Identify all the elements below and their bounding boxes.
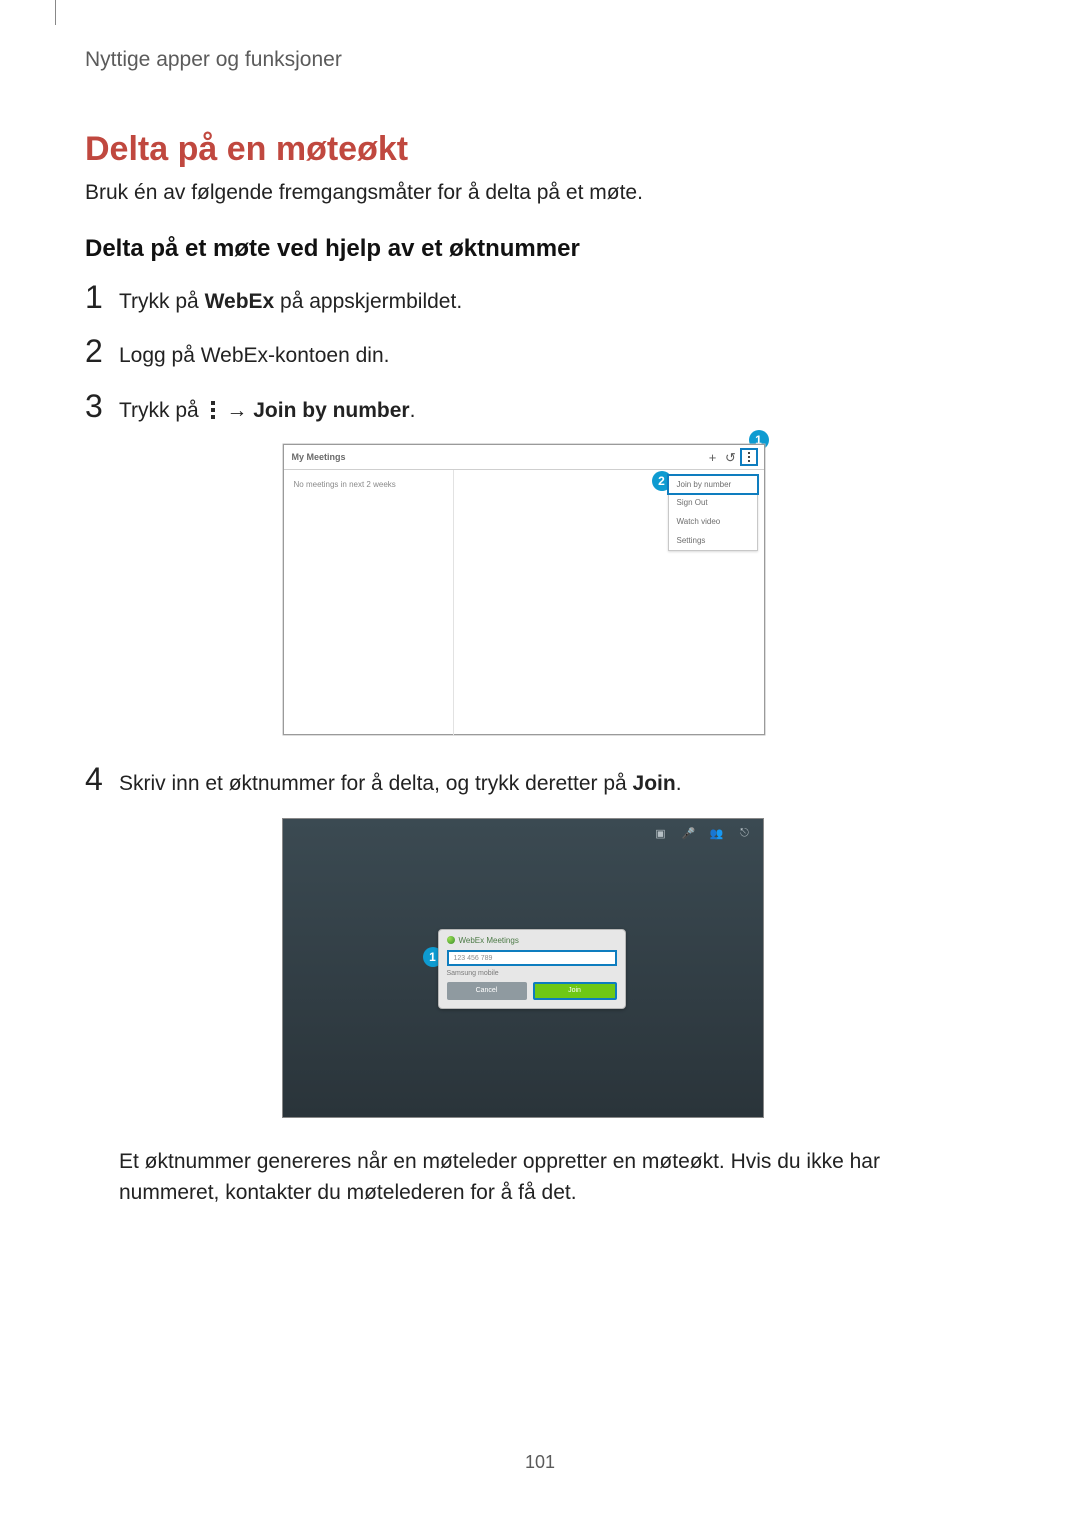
section-title: Delta på en møteøkt [85,130,960,169]
step-3: 3 Trykk på → Join by number. [85,390,960,426]
refresh-button[interactable]: ↻ [722,451,740,464]
step-text: Trykk på → Join by number. [119,396,415,426]
step-list-continued: 4 Skriv inn et øktnummer for å delta, og… [85,763,960,799]
join-button[interactable]: Join [533,982,617,1000]
overflow-menu: Join by number Sign Out Watch video Sett… [668,475,758,551]
webex-logo-icon [447,936,455,944]
dialog-subtext: Samsung mobile [447,970,617,977]
step-4: 4 Skriv inn et øktnummer for å delta, og… [85,763,960,799]
step-number: 2 [85,335,119,367]
page: Nyttige apper og funksjoner Delta på en … [0,0,1080,1527]
refresh-icon: ↻ [725,451,736,464]
meeting-top-icons: ▣ 🎤 👥 ⎋ [653,827,753,839]
step-text: Trykk på WebEx på appskjermbildet. [119,287,462,317]
more-icon [740,448,758,466]
exit-icon[interactable]: ⎋ [737,827,753,839]
more-button[interactable] [740,448,758,466]
join-dialog: WebEx Meetings 123 456 789 Samsung mobil… [438,929,626,1009]
margin-rule [55,0,56,25]
menu-item-settings[interactable]: Settings [669,531,757,550]
intro-paragraph: Bruk én av følgende fremgangsmåter for å… [85,181,960,205]
mic-icon[interactable]: 🎤 [681,827,697,839]
video-icon[interactable]: ▣ [653,827,669,839]
dialog-buttons: Cancel Join [447,982,617,1000]
add-button[interactable]: + [704,451,722,464]
step-text: Skriv inn et øktnummer for å delta, og t… [119,769,682,799]
page-number: 101 [0,1452,1080,1473]
closing-paragraph: Et øktnummer genereres når en møteleder … [119,1146,960,1209]
window-title: My Meetings [292,452,704,462]
empty-text: No meetings in next 2 weeks [294,480,396,489]
running-header: Nyttige apper og funksjoner [85,48,1080,72]
step-number: 3 [85,390,119,422]
figure-2: ▣ 🎤 👥 ⎋ 1 2 WebEx Meetings 123 456 789 S… [282,818,764,1118]
menu-item-join-by-number[interactable]: Join by number [667,474,759,495]
session-number-input[interactable]: 123 456 789 [447,950,617,966]
step-number: 4 [85,763,119,795]
figure-1: 1 My Meetings + ↻ No meetings in next 2 … [283,444,763,735]
step-text: Logg på WebEx-kontoen din. [119,341,389,371]
webex-meetings-window: My Meetings + ↻ No meetings in next 2 we… [283,444,765,735]
content-area: Delta på en møteøkt Bruk én av følgende … [85,130,960,1209]
step-1: 1 Trykk på WebEx på appskjermbildet. [85,281,960,317]
subheading: Delta på et møte ved hjelp av et øktnumm… [85,235,960,263]
app-topbar: My Meetings + ↻ [284,445,764,470]
participants-icon[interactable]: 👥 [709,827,725,839]
more-icon [207,401,219,419]
cancel-button[interactable]: Cancel [447,982,527,1000]
step-number: 1 [85,281,119,313]
menu-item-watch-video[interactable]: Watch video [669,512,757,531]
step-list: 1 Trykk på WebEx på appskjermbildet. 2 L… [85,281,960,426]
menu-item-sign-out[interactable]: Sign Out [669,493,757,512]
meetings-sidebar: No meetings in next 2 weeks [284,470,454,735]
step-2: 2 Logg på WebEx-kontoen din. [85,335,960,371]
dialog-title: WebEx Meetings [447,936,617,945]
